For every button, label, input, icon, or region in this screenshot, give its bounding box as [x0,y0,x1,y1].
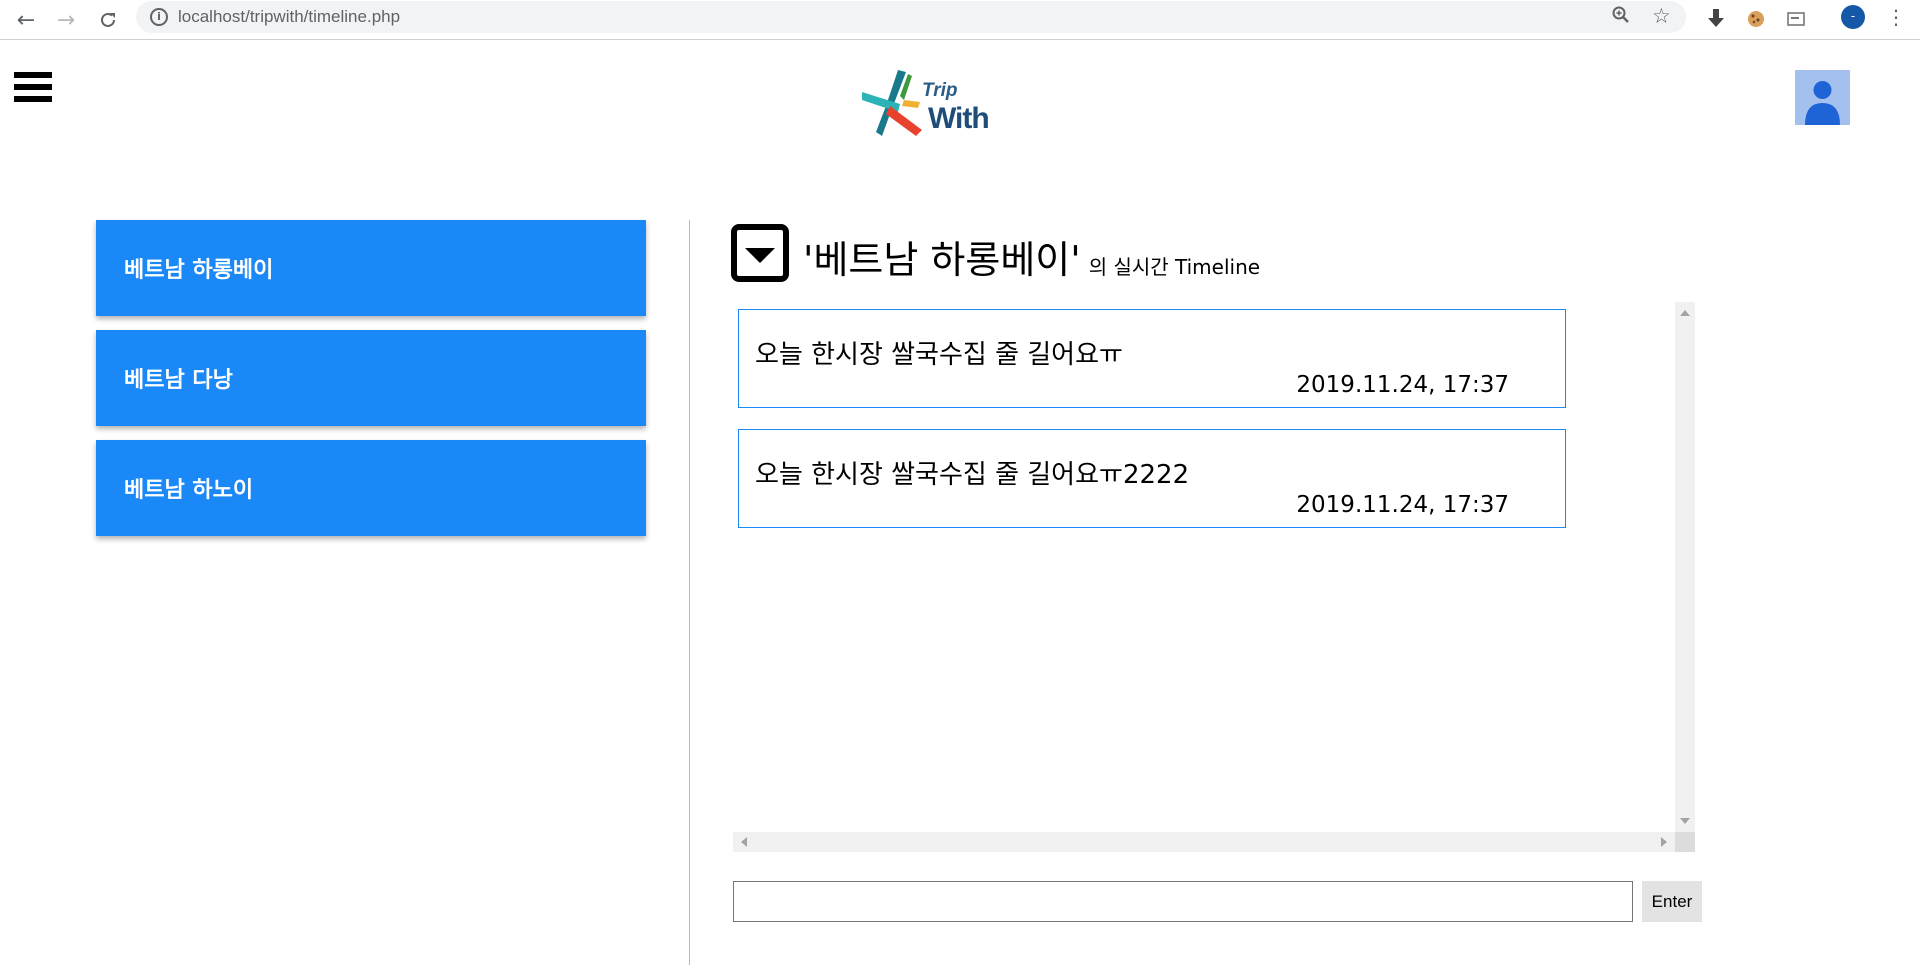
scroll-up-arrow-icon[interactable] [1680,310,1690,316]
browser-menu-icon[interactable]: ⋮ [1886,5,1906,29]
bookmark-star-icon[interactable]: ☆ [1652,4,1671,28]
user-avatar[interactable] [1795,70,1850,125]
horizontal-scrollbar[interactable] [733,832,1675,852]
timeline-header: '베트남 하롱베이' 의 실시간 Timeline [731,224,1260,282]
timeline-subtitle: 의 실시간 Timeline [1088,255,1261,279]
site-info-icon[interactable]: i [150,8,168,26]
timeline-feed[interactable]: 오늘 한시장 쌀국수집 줄 길어요ㅠ 2019.11.24, 17:37 오늘 … [733,302,1695,852]
timeline-title: '베트남 하롱베이' [803,238,1081,282]
timeline-post: 오늘 한시장 쌀국수집 줄 길어요ㅠ 2019.11.24, 17:37 [738,309,1566,408]
tripwith-logo[interactable]: Trip With [860,66,990,140]
post-message: 오늘 한시장 쌀국수집 줄 길어요ㅠ2222 [755,460,1190,490]
post-timestamp: 2019.11.24, 17:37 [1296,372,1509,398]
airplane-logo-icon [862,70,922,136]
zoom-icon[interactable] [1612,6,1630,29]
post-timestamp: 2019.11.24, 17:37 [1296,492,1509,518]
feed-content: 오늘 한시장 쌀국수집 줄 길어요ㅠ 2019.11.24, 17:37 오늘 … [733,302,1675,832]
place-item-hanoi[interactable]: 베트남 하노이 [96,440,646,536]
logo-text-with: With [928,102,990,135]
hamburger-menu-icon[interactable] [14,72,52,108]
scroll-left-arrow-icon[interactable] [741,837,747,847]
scrollbar-corner [1675,832,1695,852]
reload-icon[interactable] [92,4,124,36]
browser-toolbar: ← → i localhost/tripwith/timeline.php ☆ … [0,0,1920,40]
vertical-scrollbar[interactable] [1675,302,1695,832]
download-icon[interactable] [1703,6,1729,32]
timeline-post: 오늘 한시장 쌀국수집 줄 길어요ㅠ2222 2019.11.24, 17:37 [738,429,1566,528]
scroll-down-arrow-icon[interactable] [1680,818,1690,824]
place-list: 베트남 하롱베이 베트남 다낭 베트남 하노이 [96,220,646,550]
url-text[interactable]: localhost/tripwith/timeline.php [178,7,400,27]
place-item-da-nang[interactable]: 베트남 다낭 [96,330,646,426]
caret-down-icon [745,247,775,263]
enter-button[interactable]: Enter [1642,881,1702,922]
column-divider [689,220,690,965]
logo-text-trip: Trip [922,80,958,101]
composer: Enter [733,881,1702,922]
scroll-right-arrow-icon[interactable] [1661,837,1667,847]
dropdown-toggle-button[interactable] [731,224,789,282]
address-bar[interactable]: i localhost/tripwith/timeline.php ☆ [136,1,1686,33]
post-message: 오늘 한시장 쌀국수집 줄 길어요ㅠ [755,340,1123,370]
cast-extension-icon[interactable] [1783,6,1809,32]
message-input[interactable] [733,881,1633,922]
user-silhouette-icon [1805,81,1840,125]
back-icon[interactable]: ← [10,4,42,36]
cookie-extension-icon[interactable] [1743,6,1769,32]
profile-avatar-icon[interactable]: - [1841,5,1865,29]
place-item-halong-bay[interactable]: 베트남 하롱베이 [96,220,646,316]
forward-icon[interactable]: → [50,4,82,36]
